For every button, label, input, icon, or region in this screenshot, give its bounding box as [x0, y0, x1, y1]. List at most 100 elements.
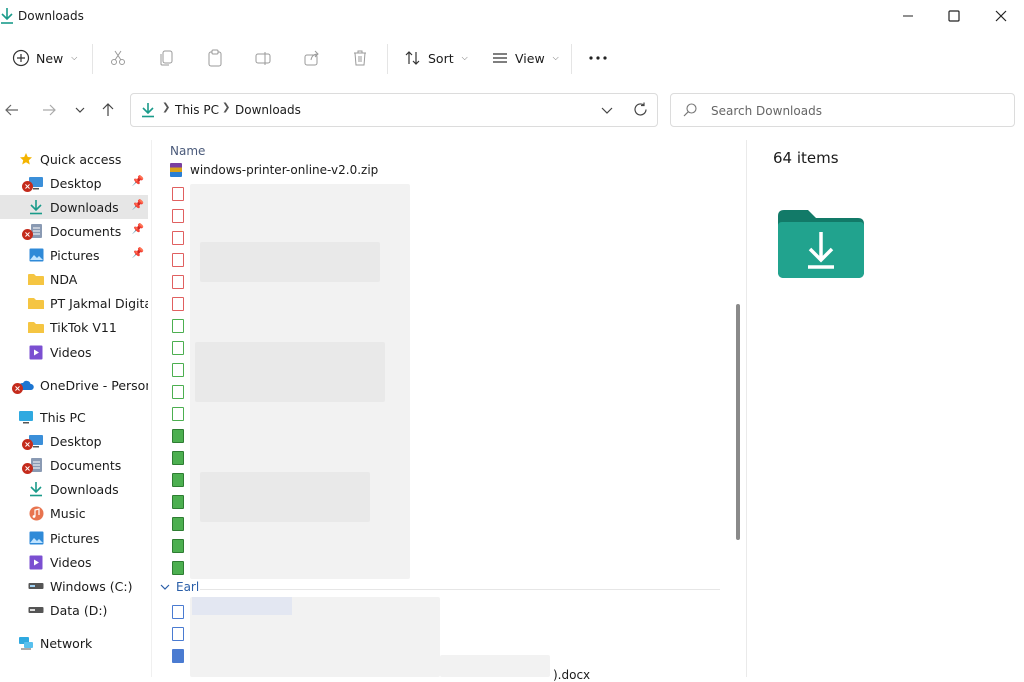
sidebar-item-pc-pictures[interactable]: Pictures	[0, 526, 148, 550]
spreadsheet-file-icon	[172, 451, 184, 465]
new-label: New	[36, 50, 64, 66]
sidebar-item-documents[interactable]: × Documents 📌	[0, 219, 148, 243]
minimize-button[interactable]	[885, 0, 931, 32]
paste-icon[interactable]	[205, 48, 225, 68]
zip-file-icon	[170, 163, 182, 177]
sidebar-item-pc-documents[interactable]: × Documents	[0, 453, 148, 477]
toolbar-divider	[387, 44, 388, 74]
spreadsheet-file-icon	[172, 363, 184, 377]
error-badge-icon: ×	[22, 463, 33, 474]
new-button[interactable]: New ⌵	[12, 36, 77, 80]
sidebar-item-quick-access[interactable]: Quick access	[0, 147, 148, 171]
sidebar-item-this-pc[interactable]: This PC	[0, 405, 148, 429]
back-button[interactable]	[0, 98, 24, 122]
network-icon	[18, 635, 34, 651]
file-name: windows-printer-online-v2.0.zip	[190, 163, 379, 177]
recent-locations-button[interactable]	[68, 98, 92, 122]
close-icon	[995, 10, 1007, 22]
pin-icon: 📌	[131, 224, 144, 235]
cloud-icon: ×	[12, 377, 34, 394]
sidebar-item-pc-downloads[interactable]: Downloads	[0, 477, 148, 501]
sidebar-item-videos[interactable]: Videos	[0, 340, 148, 364]
group-header-earlier[interactable]: Earl	[160, 580, 199, 594]
sidebar-item-pt-jakmal[interactable]: PT Jakmal Digital N	[0, 291, 148, 315]
arrow-up-icon	[102, 103, 114, 116]
sidebar-item-label: NDA	[50, 271, 78, 287]
download-icon	[141, 102, 155, 121]
sidebar-item-network[interactable]: Network	[0, 631, 148, 655]
sidebar-item-pc-desktop[interactable]: × Desktop	[0, 429, 148, 453]
column-header-name[interactable]: Name	[170, 144, 205, 158]
share-icon[interactable]	[302, 48, 322, 68]
delete-icon[interactable]	[350, 48, 370, 68]
search-icon	[683, 103, 697, 120]
maximize-button[interactable]	[931, 0, 977, 32]
sidebar-item-desktop[interactable]: × Desktop 📌	[0, 171, 148, 195]
redaction-block	[200, 472, 370, 522]
sidebar-item-pictures[interactable]: Pictures 📌	[0, 243, 148, 267]
videos-icon	[28, 554, 44, 570]
file-row[interactable]: windows-printer-online-v2.0.zip	[170, 159, 378, 181]
sidebar-item-nda[interactable]: NDA	[0, 267, 148, 291]
desktop-icon: ×	[22, 175, 44, 192]
sidebar-item-label: PT Jakmal Digital N	[50, 295, 148, 311]
group-label: Earl	[176, 580, 200, 594]
error-badge-icon: ×	[22, 181, 33, 192]
scrollbar-thumb[interactable]	[736, 304, 740, 540]
pin-icon: 📌	[131, 176, 144, 187]
sidebar-item-label: Downloads	[50, 481, 119, 497]
rename-icon[interactable]	[253, 48, 273, 68]
pin-icon: 📌	[131, 248, 144, 259]
breadcrumb-downloads[interactable]: Downloads	[235, 103, 301, 117]
drive-icon	[28, 602, 44, 618]
redacted-file-rows	[170, 182, 410, 582]
chevron-down-icon: ⌵	[552, 53, 559, 62]
item-count: 64 items	[773, 149, 839, 167]
sidebar-item-label: Documents	[50, 223, 122, 239]
address-bar[interactable]: ❯ This PC ❯ Downloads	[130, 93, 658, 127]
folder-icon	[28, 319, 44, 335]
redacted-earlier-rows: ).docx	[170, 595, 590, 682]
copy-icon[interactable]	[157, 48, 177, 68]
sidebar-item-drive-c[interactable]: Windows (C:)	[0, 574, 148, 598]
sidebar-item-pc-music[interactable]: Music	[0, 501, 148, 525]
sidebar-item-label: This PC	[40, 409, 86, 425]
up-button[interactable]	[96, 98, 120, 122]
forward-button[interactable]	[37, 98, 61, 122]
breadcrumb-this-pc[interactable]: This PC	[175, 103, 219, 117]
details-pane-divider	[746, 140, 747, 677]
search-box[interactable]: Search Downloads	[670, 93, 1015, 127]
sidebar-item-label: Music	[50, 505, 86, 521]
address-dropdown-button[interactable]	[601, 104, 613, 119]
sidebar-item-label: Quick access	[40, 151, 122, 167]
sidebar-item-downloads[interactable]: Downloads 📌	[0, 195, 148, 219]
partial-file-name: ).docx	[553, 668, 591, 682]
close-button[interactable]	[978, 0, 1024, 32]
pdf-file-icon	[172, 253, 184, 267]
sidebar-item-label: Documents	[50, 457, 122, 473]
sidebar-item-label: Pictures	[50, 247, 100, 263]
arrow-left-icon	[5, 104, 18, 116]
more-icon[interactable]	[588, 48, 608, 68]
chevron-right-icon: ❯	[162, 102, 171, 113]
refresh-button[interactable]	[633, 102, 648, 120]
sidebar-item-pc-videos[interactable]: Videos	[0, 550, 148, 574]
download-icon	[28, 199, 44, 215]
drive-icon	[28, 578, 44, 594]
sidebar-item-tiktok[interactable]: TikTok V11	[0, 315, 148, 339]
group-divider	[200, 589, 720, 590]
view-button[interactable]: View ⌵	[491, 36, 559, 80]
spreadsheet-file-icon	[172, 319, 184, 333]
download-icon	[0, 7, 14, 25]
pdf-file-icon	[172, 275, 184, 289]
sort-button[interactable]: Sort ⌵	[404, 36, 468, 80]
spreadsheet-file-icon	[172, 385, 184, 399]
cut-icon[interactable]	[108, 48, 128, 68]
sidebar-item-drive-d[interactable]: Data (D:)	[0, 598, 148, 622]
sidebar-item-label: Data (D:)	[50, 602, 108, 618]
spreadsheet-file-icon	[172, 341, 184, 355]
error-badge-icon: ×	[22, 439, 33, 450]
spreadsheet-file-icon	[172, 473, 184, 487]
sidebar-item-onedrive[interactable]: × OneDrive - Personal	[0, 373, 148, 397]
documents-icon: ×	[22, 223, 44, 240]
